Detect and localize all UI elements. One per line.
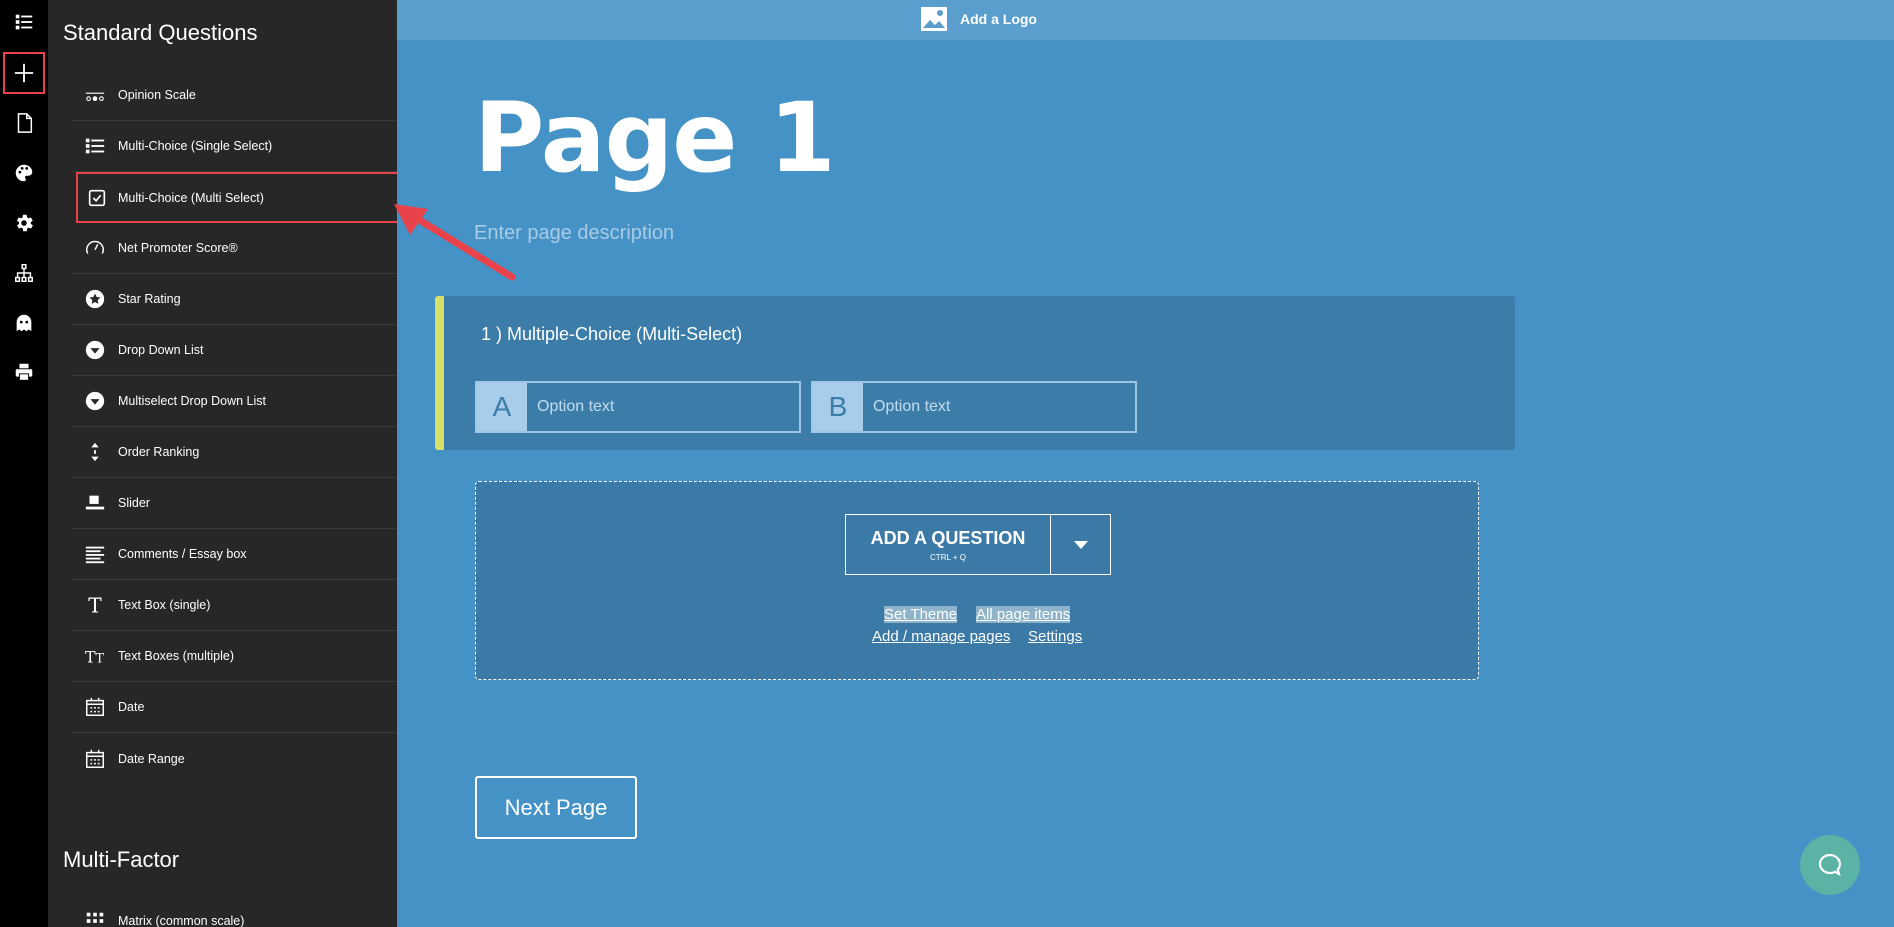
question-type-label: Text Boxes (multiple) — [118, 649, 235, 663]
outline-list-icon[interactable] — [4, 2, 44, 42]
question-type-label: Order Ranking — [118, 445, 200, 459]
option-a[interactable]: A Option text — [475, 381, 801, 433]
sitemap-icon[interactable] — [4, 253, 44, 293]
add-question-button[interactable]: ADD A QUESTION CTRL + Q — [846, 515, 1051, 574]
chat-icon — [1818, 853, 1841, 877]
calendar-icon — [72, 748, 118, 770]
sort-icon — [72, 441, 118, 463]
set-theme-link[interactable]: Set Theme — [884, 606, 958, 623]
question-type-multi-select[interactable]: Multi-Choice (Multi Select) — [76, 172, 397, 223]
question-type-label: Star Rating — [118, 292, 181, 306]
grid-icon — [72, 910, 118, 927]
svg-text:T: T — [96, 650, 105, 665]
question-type-slider[interactable]: Slider — [72, 478, 397, 529]
icon-rail — [0, 0, 48, 927]
all-page-items-link[interactable]: All page items — [976, 606, 1071, 623]
question-type-label: Drop Down List — [118, 343, 204, 357]
question-type-opinion-scale[interactable]: Opinion Scale — [72, 70, 397, 121]
option-text[interactable]: Option text — [863, 383, 950, 431]
question-type-label: Multi-Choice (Single Select) — [118, 139, 273, 153]
add-plus-icon[interactable] — [3, 52, 45, 94]
question-type-single-select[interactable]: Multi-Choice (Single Select) — [72, 121, 397, 172]
question-type-star-rating[interactable]: Star Rating — [72, 274, 397, 325]
option-text[interactable]: Option text — [527, 383, 614, 431]
add-logo-button[interactable]: Add a Logo — [920, 6, 1037, 32]
question-type-essay[interactable]: Comments / Essay box — [72, 529, 397, 580]
logo-bar — [397, 0, 1894, 40]
option-b[interactable]: B Option text — [811, 381, 1137, 433]
gauge-icon — [72, 237, 118, 259]
text-t-icon: T — [72, 594, 118, 616]
question-type-date-range[interactable]: Date Range — [72, 733, 397, 784]
page-icon[interactable] — [4, 103, 44, 143]
question-type-label: Multi-Choice (Multi Select) — [118, 190, 264, 205]
chat-button[interactable] — [1800, 835, 1860, 895]
question-type-label: Matrix (common scale) — [118, 913, 245, 927]
text-lines-icon — [72, 543, 118, 565]
question-type-dropdown[interactable]: Drop Down List — [72, 325, 397, 376]
add-question-label: ADD A QUESTION — [870, 527, 1026, 548]
question-type-date[interactable]: Date — [72, 682, 397, 733]
question-type-label: Comments / Essay box — [118, 547, 247, 561]
svg-text:T: T — [88, 594, 102, 616]
add-question-shortcut: CTRL + Q — [930, 552, 966, 562]
palette-icon[interactable] — [4, 153, 44, 193]
next-page-button[interactable]: Next Page — [475, 776, 637, 839]
question-type-multiselect-dropdown[interactable]: Multiselect Drop Down List — [72, 376, 397, 427]
slider-icon — [72, 492, 118, 514]
add-question-zone: ADD A QUESTION CTRL + Q Set Theme All pa… — [475, 481, 1479, 680]
standard-questions-heading: Standard Questions — [63, 20, 258, 45]
question-text: Multiple-Choice (Multi-Select) — [507, 324, 743, 344]
dropdown-icon — [72, 390, 118, 412]
ghost-icon[interactable] — [4, 303, 44, 343]
question-card[interactable]: 1 ) Multiple-Choice (Multi-Select) A Opt… — [435, 296, 1515, 450]
question-type-order-ranking[interactable]: Order Ranking — [72, 427, 397, 478]
checkbox-icon — [76, 187, 118, 209]
page-title[interactable]: Page 1 — [474, 82, 836, 194]
question-type-text-single[interactable]: T Text Box (single) — [72, 580, 397, 631]
svg-text:T: T — [85, 647, 96, 666]
chevron-down-icon — [1073, 540, 1088, 549]
add-question-dropdown[interactable] — [1051, 515, 1110, 574]
calendar-icon — [72, 696, 118, 718]
add-question-button-group: ADD A QUESTION CTRL + Q — [845, 514, 1111, 575]
print-icon[interactable] — [4, 352, 44, 392]
add-logo-label: Add a Logo — [960, 11, 1037, 27]
question-title[interactable]: 1 ) Multiple-Choice (Multi-Select) — [481, 324, 742, 345]
question-type-text-multiple[interactable]: TT Text Boxes (multiple) — [72, 631, 397, 682]
question-type-matrix[interactable]: Matrix (common scale) — [72, 895, 397, 927]
question-type-label: Date Range — [118, 751, 185, 766]
question-type-label: Multiselect Drop Down List — [118, 394, 266, 408]
page-description-field[interactable]: Enter page description — [474, 222, 674, 245]
question-type-label: Slider — [118, 496, 150, 510]
settings-link[interactable]: Settings — [1028, 628, 1082, 645]
question-type-label: Date — [118, 700, 145, 714]
image-icon — [921, 7, 947, 31]
question-type-label: Net Promoter Score® — [118, 241, 238, 255]
star-icon — [72, 288, 118, 310]
question-number: 1 ) — [481, 324, 503, 344]
multi-factor-heading: Multi-Factor — [63, 847, 180, 872]
text-tt-icon: TT — [72, 645, 118, 667]
question-type-sidebar: Standard Questions Opinion Scale Multi-C… — [48, 0, 397, 927]
question-type-label: Opinion Scale — [118, 88, 196, 102]
question-type-label: Text Box (single) — [118, 598, 211, 612]
question-type-nps[interactable]: Net Promoter Score® — [72, 223, 397, 274]
opinion-scale-icon — [72, 84, 118, 106]
manage-pages-link[interactable]: Add / manage pages — [872, 628, 1010, 645]
gear-icon[interactable] — [4, 203, 44, 243]
option-letter: A — [477, 383, 527, 431]
list-icon — [72, 135, 118, 157]
dropdown-icon — [72, 339, 118, 361]
option-letter: B — [813, 383, 863, 431]
